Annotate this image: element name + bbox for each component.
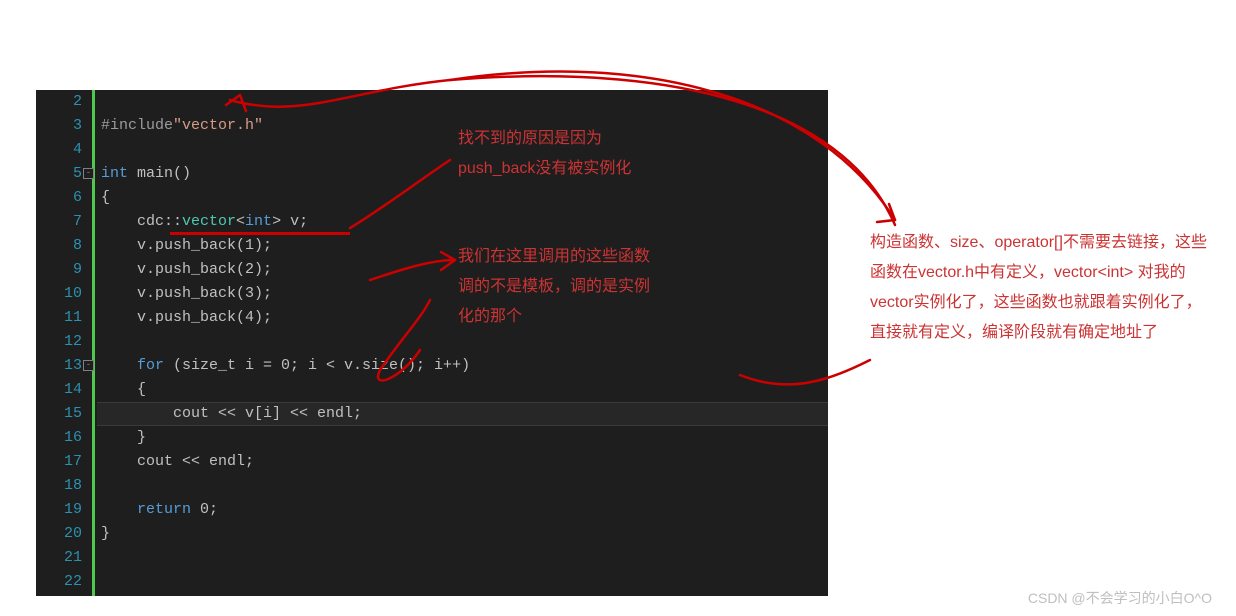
line-number: 5 [36, 162, 82, 186]
change-bar [92, 90, 95, 596]
punct-token: < [236, 213, 245, 230]
code-text: 0; [191, 501, 218, 518]
line-number: 6 [36, 186, 82, 210]
annotation-call-explain: 我们在这里调用的这些函数调的不是模板，调的是实例化的那个 [458, 242, 658, 332]
fold-minus-icon[interactable]: - [83, 360, 94, 371]
annotation-right-explain: 构造函数、size、operator[]不需要去链接，这些函数在vector.h… [870, 228, 1210, 348]
line-number: 4 [36, 138, 82, 162]
code-line [101, 330, 828, 354]
code-line: cout << v[i] << endl; [101, 402, 828, 426]
line-number: 22 [36, 570, 82, 594]
punct-token: > v; [272, 213, 308, 230]
code-line [101, 474, 828, 498]
line-number: 21 [36, 546, 82, 570]
namespace-token: cdc:: [101, 213, 182, 230]
line-number: 7 [36, 210, 82, 234]
line-number: 20 [36, 522, 82, 546]
line-number: 15 [36, 402, 82, 426]
line-number: 3 [36, 114, 82, 138]
line-number: 12 [36, 330, 82, 354]
keyword-token: int [101, 165, 128, 182]
string-token: "vector.h" [173, 117, 263, 134]
code-line [101, 570, 828, 594]
line-number: 8 [36, 234, 82, 258]
code-line: } [101, 426, 828, 450]
code-line: { [101, 186, 828, 210]
annotation-reason: 找不到的原因是因为push_back没有被实例化 [458, 124, 658, 184]
keyword-token: for [101, 357, 164, 374]
code-line: return 0; [101, 498, 828, 522]
code-line: } [101, 522, 828, 546]
line-number: 16 [36, 426, 82, 450]
code-editor: 2 3 4 5 6 7 8 9 10 11 12 13 14 15 16 17 … [36, 90, 828, 596]
code-line: { [101, 378, 828, 402]
line-number: 14 [36, 378, 82, 402]
code-line [101, 90, 828, 114]
line-number: 13 [36, 354, 82, 378]
code-line [101, 546, 828, 570]
line-number: 18 [36, 474, 82, 498]
line-number: 11 [36, 306, 82, 330]
code-text: (size_t i = 0; i < v.size(); i++) [164, 357, 470, 374]
keyword-token: int [245, 213, 272, 230]
function-token: main() [128, 165, 191, 182]
watermark-text: CSDN @不会学习的小白O^O [1028, 588, 1212, 608]
line-number: 10 [36, 282, 82, 306]
fold-minus-icon[interactable]: - [83, 168, 94, 179]
line-number: 17 [36, 450, 82, 474]
code-line: - for (size_t i = 0; i < v.size(); i++) [101, 354, 828, 378]
line-number: 2 [36, 90, 82, 114]
line-number-gutter: 2 3 4 5 6 7 8 9 10 11 12 13 14 15 16 17 … [36, 90, 92, 596]
red-underline [170, 232, 350, 235]
keyword-token: return [101, 501, 191, 518]
preprocessor-token: #include [101, 117, 173, 134]
line-number: 19 [36, 498, 82, 522]
class-token: vector [182, 213, 236, 230]
code-line: cout << endl; [101, 450, 828, 474]
line-number: 9 [36, 258, 82, 282]
code-line: cdc::vector<int> v; [101, 210, 828, 234]
